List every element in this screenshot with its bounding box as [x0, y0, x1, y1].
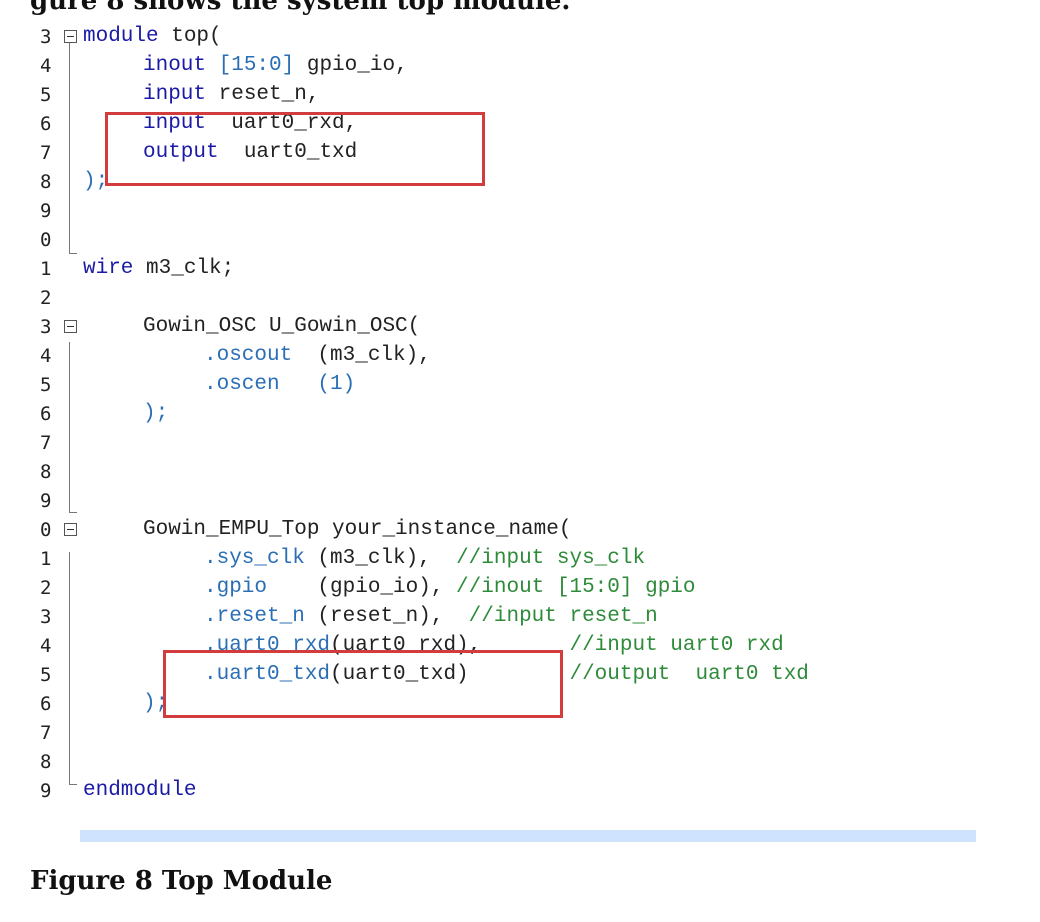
code-editor[interactable]: 3 module top( 4 inout [15:0] gpio_io, 5 …	[30, 24, 976, 842]
line-number: 9	[40, 780, 52, 802]
line-number: 3	[40, 26, 52, 48]
code-line: 1 wire m3_clk;	[30, 256, 976, 286]
comment: //inout [15:0] gpio	[443, 576, 696, 599]
line-number: 4	[40, 55, 52, 77]
code-line: 9	[30, 488, 976, 518]
code-line: 9 endmodule	[30, 778, 976, 808]
code-line: 3 Gowin_OSC U_Gowin_OSC(	[30, 314, 976, 344]
line-number: 1	[40, 548, 52, 570]
code-text: (m3_clk),	[292, 344, 431, 367]
port-name: .oscout	[204, 344, 293, 367]
keyword: wire	[83, 257, 134, 280]
code-line: 3 module top(	[30, 24, 976, 54]
code-line: 6 );	[30, 401, 976, 431]
line-number: 6	[40, 693, 52, 715]
code-text: (1)	[279, 373, 356, 396]
line-number: 2	[40, 577, 52, 599]
line-number: 0	[40, 519, 52, 541]
line-number: 9	[40, 200, 52, 222]
figure-caption: Figure 8 Top Module	[30, 866, 333, 896]
keyword: inout	[143, 54, 207, 77]
port-name: .sys_clk	[204, 547, 305, 570]
port-name: .reset_n	[204, 605, 305, 628]
line-number: 8	[40, 461, 52, 483]
code-text: reset_n,	[206, 83, 320, 106]
line-number: 5	[40, 84, 52, 106]
code-text: m3_clk;	[133, 257, 235, 280]
line-number: 3	[40, 316, 52, 338]
port-name: .oscen	[204, 373, 280, 396]
code-text: Gowin_EMPU_Top your_instance_name(	[143, 518, 572, 541]
code-text: top(	[158, 25, 222, 48]
code-line: 2 .gpio (gpio_io), //inout [15:0] gpio	[30, 575, 976, 605]
highlight-box-uart-ports	[105, 112, 485, 186]
line-number: 4	[40, 345, 52, 367]
code-text: (m3_clk),	[304, 547, 431, 570]
comment: //input sys_clk	[430, 547, 646, 570]
line-number: 1	[40, 258, 52, 280]
code-line: 8	[30, 459, 976, 489]
line-number: 7	[40, 432, 52, 454]
fold-toggle-icon[interactable]	[64, 30, 77, 43]
page-heading-fragment: gure 8 shows the system top module.	[30, 0, 571, 16]
highlight-box-uart-connections	[163, 650, 563, 718]
keyword: module	[83, 25, 159, 48]
code-line: 2	[30, 285, 976, 315]
code-text: (gpio_io),	[267, 576, 444, 599]
line-number: 9	[40, 490, 52, 512]
code-line: 0	[30, 227, 976, 257]
comment: //input reset_n	[443, 605, 658, 628]
line-number: 6	[40, 113, 52, 135]
code-line: 4 .oscout (m3_clk),	[30, 343, 976, 373]
code-text: (reset_n),	[304, 605, 444, 628]
code-line: 7	[30, 430, 976, 460]
current-line-highlight	[80, 830, 976, 842]
code-text: Gowin_OSC U_Gowin_OSC(	[143, 315, 421, 338]
line-number: 8	[40, 171, 52, 193]
line-number: 4	[40, 635, 52, 657]
keyword: endmodule	[83, 779, 197, 802]
line-number: 8	[40, 751, 52, 773]
code-line: 3 .reset_n (reset_n), //input reset_n	[30, 604, 976, 634]
line-number: 3	[40, 606, 52, 628]
keyword: input	[143, 83, 207, 106]
fold-toggle-icon[interactable]	[64, 320, 77, 333]
line-number: 5	[40, 664, 52, 686]
line-number: 2	[40, 287, 52, 309]
port-name: .gpio	[204, 576, 268, 599]
code-line: 0 Gowin_EMPU_Top your_instance_name(	[30, 517, 976, 547]
code-line: 8	[30, 749, 976, 779]
code-line: 4 inout [15:0] gpio_io,	[30, 53, 976, 83]
code-line: 5 .oscen (1)	[30, 372, 976, 402]
line-number: 7	[40, 722, 52, 744]
line-number: 7	[40, 142, 52, 164]
code-line: 5 input reset_n,	[30, 82, 976, 112]
code-text: gpio_io,	[294, 54, 408, 77]
code-line: 1 .sys_clk (m3_clk), //input sys_clk	[30, 546, 976, 576]
port-range: [15:0]	[218, 54, 295, 77]
line-number: 6	[40, 403, 52, 425]
line-number: 5	[40, 374, 52, 396]
code-line: 7	[30, 720, 976, 750]
fold-toggle-icon[interactable]	[64, 523, 77, 536]
code-line: 9	[30, 198, 976, 228]
code-text: );	[143, 402, 169, 425]
line-number: 0	[40, 229, 52, 251]
